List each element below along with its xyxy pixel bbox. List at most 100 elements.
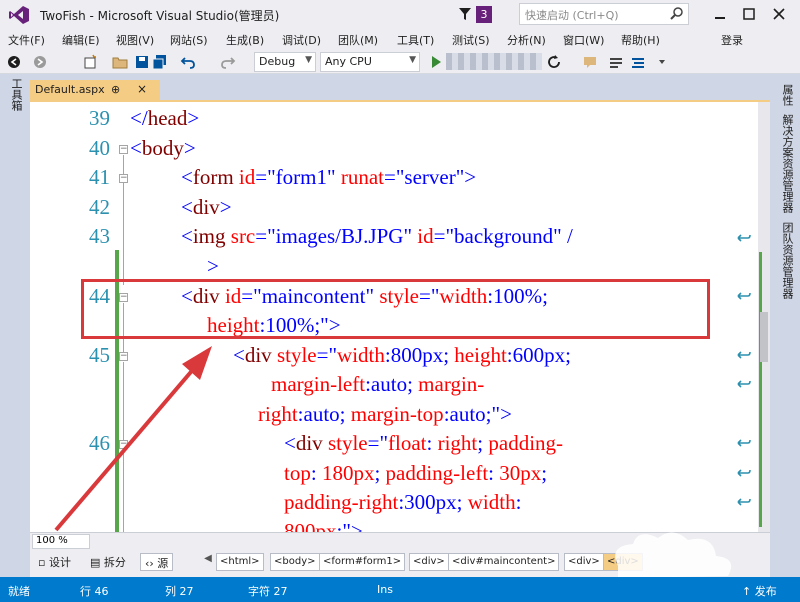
status-insert-mode: Ins	[377, 583, 393, 596]
menu-file[interactable]: 文件(F)	[8, 32, 45, 48]
status-char: 字符 27	[248, 585, 288, 598]
undo-icon[interactable]	[180, 54, 196, 70]
quick-launch-input[interactable]: 快速启动 (Ctrl+Q)	[519, 3, 689, 25]
save-all-icon[interactable]	[152, 54, 168, 70]
comment-icon[interactable]	[582, 54, 598, 70]
open-folder-icon[interactable]	[112, 54, 128, 70]
feedback-filter-icon[interactable]	[458, 6, 472, 22]
fold-guide	[123, 362, 124, 442]
highlight-box	[81, 279, 710, 339]
menu-debug[interactable]: 调试(D)	[282, 32, 321, 48]
toolbar-overflow-icon[interactable]	[654, 54, 670, 70]
menu-tools[interactable]: 工具(T)	[397, 32, 434, 48]
new-project-icon[interactable]	[82, 54, 98, 70]
login-link[interactable]: 登录	[721, 32, 743, 48]
word-wrap-icon	[737, 234, 751, 242]
publish-button[interactable]: ↑ 发布	[742, 583, 777, 599]
toolbox-tab[interactable]: 工具箱	[6, 78, 24, 111]
scrollbar-thumb[interactable]	[760, 312, 768, 362]
menu-analyze[interactable]: 分析(N)	[507, 32, 546, 48]
redo-icon[interactable]	[220, 54, 236, 70]
minimize-icon[interactable]	[712, 6, 728, 22]
code-line-43: <img src="images/BJ.JPG" id="background"…	[181, 224, 573, 248]
properties-tab[interactable]: 属性	[777, 84, 795, 106]
breadcrumb-item[interactable]: <div#maincontent>	[448, 553, 560, 571]
search-icon[interactable]	[669, 6, 685, 22]
left-tool-strip	[0, 74, 30, 577]
document-tab-label: Default.aspx	[35, 83, 105, 96]
menu-test[interactable]: 测试(S)	[452, 32, 490, 48]
browser-selector[interactable]	[446, 53, 542, 70]
format-icon[interactable]	[630, 54, 646, 70]
line-number: 46	[89, 431, 110, 455]
configuration-select[interactable]: Debug ▼	[254, 52, 316, 72]
breadcrumb-item[interactable]: <div>	[409, 553, 449, 571]
zoom-value: 100 %	[36, 535, 68, 546]
editor-vertical-scrollbar[interactable]	[758, 102, 770, 532]
code-line-43-wrap: >	[207, 254, 219, 278]
notification-badge[interactable]: 3	[476, 6, 492, 23]
code-line-40: <body>	[130, 136, 196, 160]
bookmark-icon[interactable]	[608, 54, 624, 70]
team-explorer-tab[interactable]: 团队资源管理器	[777, 222, 795, 299]
platform-value: Any CPU	[325, 55, 372, 68]
back-icon[interactable]	[6, 54, 22, 70]
line-number: 41	[89, 165, 110, 189]
fold-toggle[interactable]: −	[119, 352, 128, 361]
breadcrumb-item[interactable]: <body>	[270, 553, 320, 571]
start-debugging-icon[interactable]	[428, 54, 444, 70]
fold-toggle[interactable]: −	[119, 174, 128, 183]
code-line-42: <div>	[181, 195, 232, 219]
scrollbar-change-marker	[759, 252, 762, 527]
code-line-41: <form id="form1" runat="server">	[181, 165, 477, 189]
word-wrap-icon	[737, 469, 751, 477]
status-line: 行 46	[80, 585, 109, 598]
window-title: TwoFish - Microsoft Visual Studio(管理员)	[40, 9, 280, 23]
word-wrap-icon	[737, 351, 751, 359]
quick-launch-placeholder: 快速启动 (Ctrl+Q)	[525, 9, 619, 22]
maximize-icon[interactable]	[741, 6, 757, 22]
code-line-45: <div style="width:800px; height:600px;	[233, 343, 571, 367]
platform-select[interactable]: Any CPU ▼	[320, 52, 420, 72]
line-number: 45	[89, 343, 110, 367]
forward-icon[interactable]	[32, 54, 48, 70]
breadcrumb-item[interactable]: <html>	[216, 553, 264, 571]
word-wrap-icon	[737, 292, 751, 300]
status-ready: 就绪	[8, 585, 30, 598]
split-view-label: 拆分	[103, 556, 126, 569]
breadcrumb-prev-icon[interactable]: ◀	[202, 553, 214, 571]
menu-window[interactable]: 窗口(W)	[563, 32, 604, 48]
chevron-down-icon: ▼	[409, 55, 416, 65]
refresh-icon[interactable]	[546, 54, 562, 70]
menu-help[interactable]: 帮助(H)	[621, 32, 660, 48]
status-column: 列 27	[165, 585, 194, 598]
source-view-button[interactable]: ‹› 源	[140, 553, 174, 571]
document-tab[interactable]: Default.aspx ⊕ ×	[30, 80, 160, 100]
zoom-select[interactable]: 100 %	[32, 534, 90, 549]
fold-toggle[interactable]: −	[119, 145, 128, 154]
pin-icon[interactable]: ⊕	[111, 83, 120, 96]
menu-view[interactable]: 视图(V)	[116, 32, 154, 48]
close-icon[interactable]	[771, 6, 787, 22]
code-line-46-wrap-2: padding-right:300px; width:	[284, 490, 522, 514]
menu-edit[interactable]: 编辑(E)	[62, 32, 100, 48]
solution-explorer-tab[interactable]: 解决方案资源管理器	[777, 114, 795, 213]
menu-build[interactable]: 生成(B)	[226, 32, 264, 48]
word-wrap-icon	[737, 380, 751, 388]
close-tab-icon[interactable]: ×	[137, 82, 147, 96]
fold-toggle[interactable]: −	[119, 440, 128, 449]
line-number: 39	[89, 106, 110, 130]
source-view-label: 源	[157, 557, 169, 570]
menu-website[interactable]: 网站(S)	[170, 32, 208, 48]
split-view-button[interactable]: ▤ 拆分	[86, 553, 130, 571]
chevron-down-icon: ▼	[305, 55, 312, 65]
code-line-45-wrap-2: right:auto; margin-top:auto;">	[258, 402, 512, 426]
design-view-button[interactable]: ▫ 设计	[34, 553, 75, 571]
document-tab-bar: Default.aspx ⊕ ×	[30, 80, 770, 102]
breadcrumb-item[interactable]: <form#form1>	[319, 553, 406, 571]
word-wrap-icon	[737, 498, 751, 506]
save-icon[interactable]	[134, 54, 150, 70]
menu-team[interactable]: 团队(M)	[338, 32, 378, 48]
configuration-value: Debug	[259, 55, 296, 68]
word-wrap-icon	[737, 439, 751, 447]
